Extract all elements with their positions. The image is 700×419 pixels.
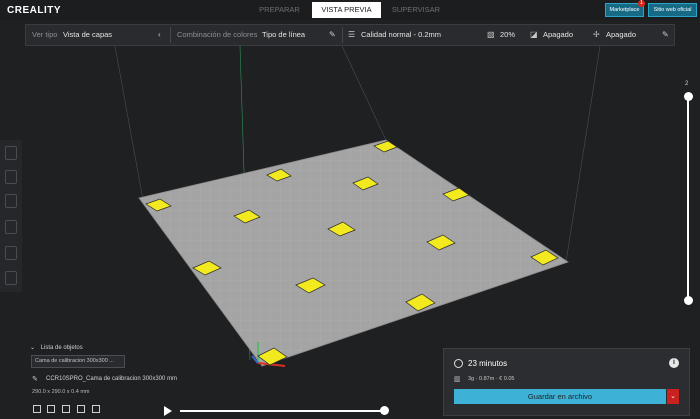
color-scheme-dropdown[interactable]: Tipo de línea <box>262 25 305 45</box>
support-icon: ◪ <box>530 30 538 39</box>
infill-icon: ▧ <box>487 30 495 39</box>
divider <box>170 27 171 43</box>
divider <box>342 27 343 43</box>
left-toolbar <box>0 140 22 292</box>
infill-value[interactable]: 20% <box>500 25 515 45</box>
object-dimensions: 290.0 x 290.0 x 0.4 mm <box>32 389 90 395</box>
scale-tool-icon[interactable] <box>5 170 17 184</box>
print-profile-value[interactable]: Calidad normal - 0.2mm <box>361 25 441 45</box>
adhesion-icon: ✢ <box>593 30 600 39</box>
tab-preparar[interactable]: PREPARAR <box>247 2 312 18</box>
layer-slider-max-value: 2 <box>685 81 689 87</box>
per-model-settings-icon[interactable] <box>5 246 17 260</box>
material-stats: 3g · 0.87m · € 0.05 <box>468 376 515 382</box>
color-scheme-label: Combinación de colores <box>177 30 258 39</box>
info-icon[interactable]: i <box>669 358 679 368</box>
profile-icon: ☰ <box>348 30 356 39</box>
edit-settings-icon[interactable]: ✎ <box>662 25 669 45</box>
view-type-label: Ver tipo <box>32 30 58 39</box>
view-type-dropdown[interactable]: Vista de capas <box>63 25 112 45</box>
tab-vista-previa[interactable]: VISTA PREVIA <box>312 2 381 18</box>
object-list-item[interactable]: Cama de calibracion 300x300 ... <box>31 355 125 368</box>
material-icon: ▥ <box>454 376 461 383</box>
build-volume-edge <box>341 45 387 141</box>
object-list-title: Lista de objetos <box>40 345 83 351</box>
print-time: 23 minutos <box>468 359 508 368</box>
print-info-panel: 23 minutos i ▥ 3g · 0.87m · € 0.05 Guard… <box>443 348 690 416</box>
build-volume-edge <box>565 45 601 263</box>
layer-slider-bottom-handle[interactable] <box>684 296 693 305</box>
support-value[interactable]: Apagado <box>543 25 573 45</box>
save-to-file-button[interactable]: Guardar en archivo <box>454 389 666 404</box>
simulation-timeline[interactable] <box>180 410 386 412</box>
support-blocker-icon[interactable] <box>5 271 17 285</box>
move-tool-icon[interactable] <box>5 146 17 160</box>
object-list-header[interactable]: ⌄ Lista de objetos <box>30 344 270 351</box>
settings-toolbar: Ver tipo Vista de capas ‹ Combinación de… <box>25 24 675 46</box>
timeline-handle[interactable] <box>380 406 389 415</box>
object-name: CCR10SPRO_Cama de calibracion 300x300 mm <box>46 376 178 382</box>
view-top-icon[interactable] <box>62 405 70 413</box>
adhesion-value[interactable]: Apagado <box>606 25 636 45</box>
layer-slider-track[interactable] <box>687 96 689 301</box>
layer-slider-top-handle[interactable] <box>684 92 693 101</box>
chevron-down-icon[interactable]: ⌄ <box>30 345 35 351</box>
official-website-button[interactable]: Sitio web oficial <box>648 3 697 17</box>
marketplace-notification-badge: 1 <box>638 0 645 7</box>
build-volume-edge <box>114 45 144 201</box>
mirror-tool-icon[interactable] <box>5 220 17 234</box>
save-options-dropdown[interactable]: ⌄ <box>667 389 679 404</box>
view-front-icon[interactable] <box>47 405 55 413</box>
chevron-left-icon[interactable]: ‹ <box>158 25 161 45</box>
rotate-tool-icon[interactable] <box>5 194 17 208</box>
play-icon[interactable] <box>164 406 172 416</box>
view-3d-icon[interactable] <box>33 405 41 413</box>
view-left-icon[interactable] <box>77 405 85 413</box>
creality-logo: CREALITY <box>7 5 61 16</box>
pencil-icon[interactable]: ✎ <box>329 25 336 45</box>
print-bed <box>138 139 569 367</box>
clock-icon <box>454 359 463 368</box>
pencil-icon[interactable]: ✎ <box>32 375 38 383</box>
top-bar: CREALITY PREPARAR VISTA PREVIA SUPERVISA… <box>0 0 700 20</box>
tab-supervisar[interactable]: SUPERVISAR <box>381 2 451 18</box>
view-right-icon[interactable] <box>92 405 100 413</box>
